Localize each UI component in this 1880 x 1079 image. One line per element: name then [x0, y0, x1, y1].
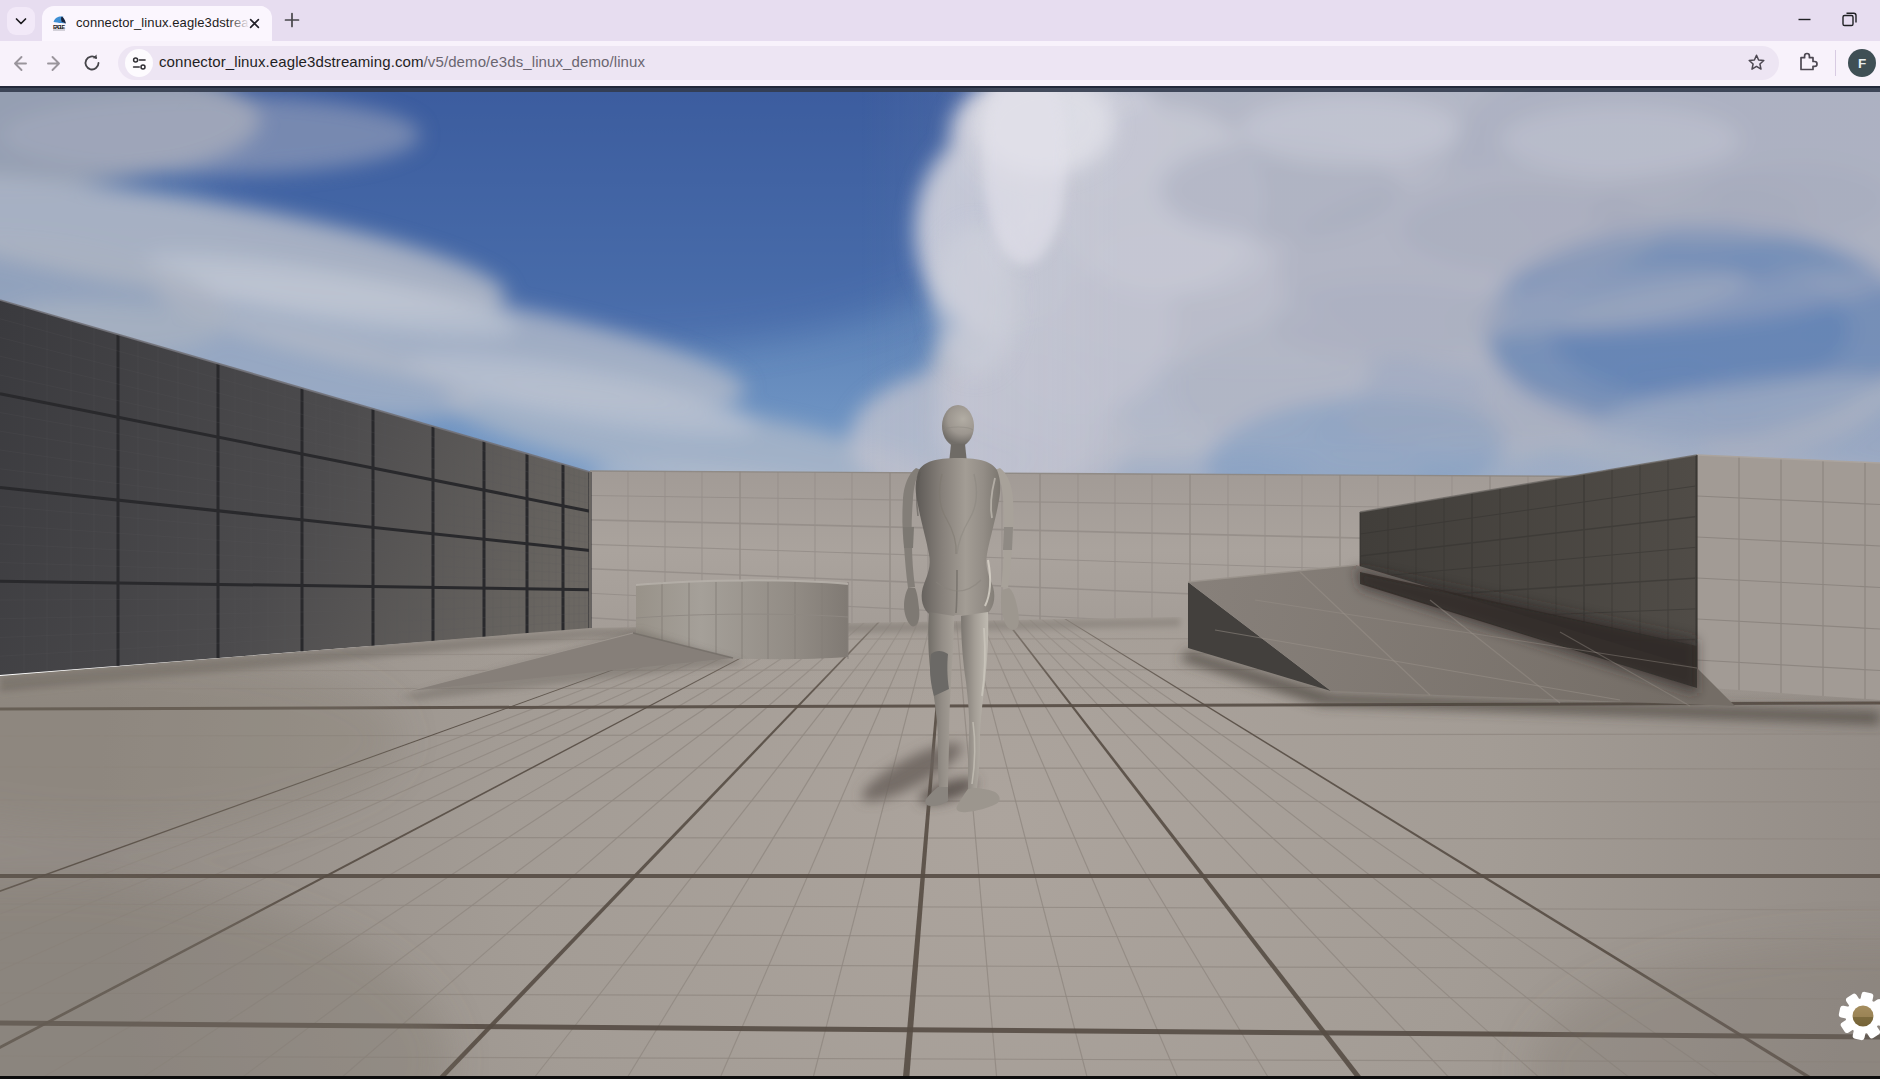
svg-text:EAGLE: EAGLE — [53, 24, 65, 30]
